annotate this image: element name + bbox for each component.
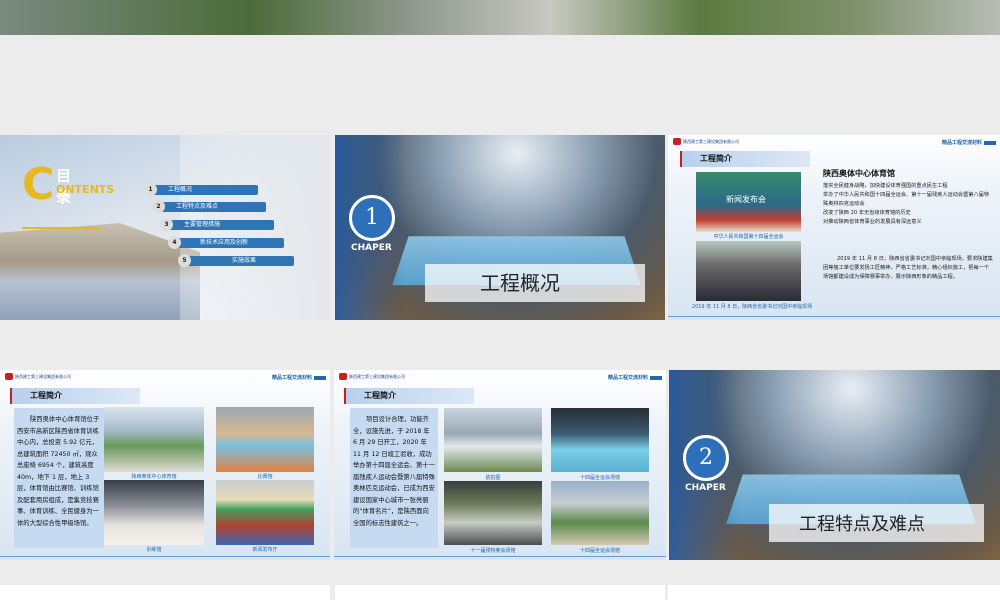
contents-en: ONTENTS [56,183,115,196]
chapter-title: 工程概况 [480,271,560,295]
company-logo: 陕西建工第三建设集团有限公司 [339,373,405,380]
photo-text: 新闻发布会 [726,195,766,204]
contents-item-4: 4 新技术应用及创新 [168,236,284,249]
slide-thumbnail-chapter-2[interactable]: 2 CHAPER 工程特点及难点 [669,370,1000,560]
company-name: 陕西建工第三建设集团有限公司 [349,373,405,379]
header-bar [314,375,326,380]
company-logo: 陕西建工第三建设集团有限公司 [673,138,739,145]
contents-item-3: 3 主要管理措施 [160,218,274,231]
paragraph: 落实全民健身战略，加快建设体育强国的重点民生工程 [823,183,948,189]
header-bar [984,140,996,145]
logo-mark-icon [339,373,347,380]
slide-thumbnail[interactable] [335,585,665,600]
press-hall-photo [216,480,314,545]
paragraph: 对推动陕西省体育事业的发展具有深远意义 [823,219,922,225]
item-label: 工程概况 [168,186,193,193]
slide-thumbnail-contents[interactable]: C 目 录 ONTENTS 1 工程概况 2 工程特点及难点 3 主要管理措施 4 新技… [0,135,330,320]
chapter-number-badge: 2 [683,435,729,481]
logo-mark-icon [5,373,13,380]
photo-caption: 十四届全运会场馆 [579,475,620,481]
photo-caption: 航拍图 [485,475,501,481]
header-label: 精品工程交流材料 [607,375,648,381]
section-title: 工程简介 [344,388,474,404]
paragraph: 改变了陕西 20 年无省级体育馆的历史 [823,210,911,216]
body-text: 项目设计合理，功能齐全，设施先进，于 2018 年 6 月 29 日开工，202… [350,408,438,548]
slide-thumbnail[interactable] [668,585,1000,600]
body-text: 陕西奥体中心体育馆位于西安市高新区陕西省体育训练中心内，总投资 5.92 亿元，… [14,408,104,548]
press-conference-photo: 新闻发布会 [696,172,801,232]
item-label: 实施效果 [232,257,257,264]
slide-heading: 陕西奥体中心体育馆 [823,169,895,178]
item-number: 1 [144,183,157,196]
photo-caption: 中华人民共和国第十四届全运会 [713,234,784,240]
photo-caption: 新闻发布厅 [252,547,278,553]
photo-caption: 十一届残特奥会场馆 [470,548,516,554]
header-label: 精品工程交流材料 [271,375,312,381]
paragraph: 2019 年 11 月 8 日，陕西省省委书记刘国中亲临现场，要求陕建集团等施工… [823,256,993,280]
chapter-label: CHAPER [351,243,392,253]
section-title: 工程简介 [680,151,810,167]
training-hall-photo [104,480,204,545]
header-right: 精品工程交流材料 [942,139,996,146]
site-visit-photo [696,241,801,301]
chapter-number-badge: 1 [349,195,395,241]
national-games-venue-photo [551,481,649,545]
slide-thumbnail-intro-2[interactable]: 陕西建工第三建设集团有限公司 精品工程交流材料 工程简介 陕西奥体中心体育馆位于… [0,370,330,560]
competition-hall-photo [216,407,314,472]
company-logo: 陕西建工第三建设集团有限公司 [5,373,71,380]
contents-item-2: 2 工程特点及难点 [152,200,266,213]
section-title: 工程简介 [10,388,140,404]
contents-item-5: 5 实施效果 [178,254,294,267]
paragraph: 举办了中华人民共和国十四届全运会、第十一届残疾人运动会暨第八届特殊奥林匹克运动会 [823,192,990,207]
header-label: 精品工程交流材料 [941,140,982,146]
header-right: 精品工程交流材料 [272,374,326,381]
slide-thumbnail-chapter-1[interactable]: 1 CHAPER 工程概况 [335,135,665,320]
item-label: 工程特点及难点 [176,203,219,210]
item-number: 2 [152,200,165,213]
divider [668,316,1000,317]
contents-item-1: 1 工程概况 [144,183,258,196]
photo-caption: 陕西奥体中心体育馆 [131,474,177,480]
aerial-photo [444,408,542,472]
header-right: 精品工程交流材料 [608,374,662,381]
header-bar [650,375,662,380]
photo-caption: 十四届全运会场馆 [579,548,620,554]
divider [22,227,102,229]
photo-caption: 2019 年 11 月 8 日，陕西省省委书记刘国中亲临现场 [691,304,813,310]
item-label: 主要管理措施 [184,221,221,228]
stadium-exterior-photo [104,407,204,472]
slide-thumbnail[interactable] [0,585,330,600]
photo-caption: 训练馆 [146,547,162,553]
company-name: 陕西建工第三建设集团有限公司 [15,373,71,379]
contents-initial: C [22,159,55,210]
pool-venue-photo [551,408,649,472]
item-number: 3 [160,218,173,231]
slide-thumbnail-intro-1[interactable]: 陕西建工第三建设集团有限公司 精品工程交流材料 工程简介 新闻发布会 中华人民共… [668,135,1000,320]
slide-thumbnail-intro-3[interactable]: 陕西建工第三建设集团有限公司 精品工程交流材料 工程简介 项目设计合理，功能齐全… [334,370,666,560]
paralympic-venue-photo [444,481,542,545]
company-name: 陕西建工第三建设集团有限公司 [683,138,739,144]
chapter-title: 工程特点及难点 [799,514,925,535]
photo-caption: 比赛馆 [257,474,273,480]
divider [334,556,666,557]
chapter-label: CHAPER [685,483,726,493]
item-number: 5 [178,254,191,267]
logo-mark-icon [673,138,681,145]
previous-slide-thumbnail[interactable] [0,0,1000,35]
item-number: 4 [168,236,181,249]
item-label: 新技术应用及创新 [200,239,249,246]
divider [0,556,330,557]
